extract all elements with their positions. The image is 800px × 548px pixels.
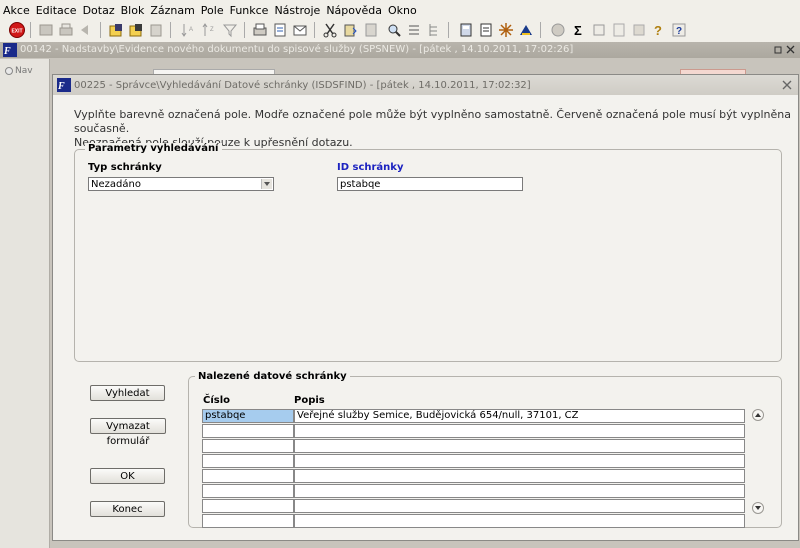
box-type-label: Typ schránky — [88, 162, 162, 173]
table-cell-number[interactable] — [202, 439, 294, 453]
paste-icon[interactable] — [342, 22, 358, 38]
calculator-icon[interactable] — [458, 22, 474, 38]
table-cell-description[interactable] — [294, 514, 745, 528]
chevron-down-icon[interactable] — [261, 179, 272, 189]
list-icon[interactable] — [406, 22, 422, 38]
warning-icon[interactable] — [518, 22, 534, 38]
table-cell-number[interactable] — [202, 424, 294, 438]
column-description-header: Popis — [294, 395, 325, 406]
table-cell-number[interactable] — [202, 499, 294, 513]
menu-dotaz[interactable]: Dotaz — [80, 0, 118, 17]
record-icon[interactable] — [148, 22, 164, 38]
svg-text:?: ? — [654, 23, 662, 38]
svg-text:EXIT: EXIT — [11, 29, 22, 35]
svg-text:Z: Z — [210, 27, 214, 33]
box-type-value: Nezadáno — [91, 179, 141, 190]
sort-desc-icon[interactable]: Z — [201, 22, 217, 38]
menu-bar: Akce Editace Dotaz Blok Záznam Pole Funkce Nást… — [0, 0, 800, 19]
ok-button[interactable]: OK — [90, 468, 165, 484]
menu-okno[interactable]: Okno — [385, 0, 420, 17]
scroll-up-icon[interactable] — [752, 409, 764, 421]
table-cell-number[interactable] — [202, 484, 294, 498]
left-navigation-panel: Nav — [0, 59, 50, 548]
end-button[interactable]: Konec — [90, 501, 165, 517]
nav-radio-icon[interactable] — [5, 67, 13, 75]
document-icon[interactable] — [478, 22, 494, 38]
back-icon[interactable] — [78, 22, 94, 38]
dialog-title: 00225 - Správce\Vyhledávání Datové schrá… — [74, 80, 531, 91]
table-cell-number[interactable] — [202, 514, 294, 528]
page-icon[interactable] — [611, 22, 627, 38]
search-button[interactable]: Vyhledat — [90, 385, 165, 401]
sum-icon[interactable]: Σ — [571, 22, 587, 38]
svg-text:A: A — [189, 27, 193, 33]
delete-record-icon[interactable] — [128, 22, 144, 38]
exit-icon[interactable]: EXIT — [9, 22, 25, 38]
print-icon[interactable] — [58, 22, 74, 38]
background-window-title: 00142 - Nadstavby\Evidence nového dokume… — [20, 44, 574, 55]
results-group-label: Nalezené datové schránky — [195, 371, 350, 382]
new-record-icon[interactable] — [108, 22, 124, 38]
wizard-icon[interactable] — [631, 22, 647, 38]
table-cell-description[interactable] — [294, 439, 745, 453]
menu-zaznam[interactable]: Záznam — [147, 0, 197, 17]
table-cell-description[interactable] — [294, 424, 745, 438]
settings-icon[interactable] — [498, 22, 514, 38]
help-tooltip-icon[interactable]: ? — [651, 22, 667, 38]
scroll-down-icon[interactable] — [752, 502, 764, 514]
menu-pole[interactable]: Pole — [198, 0, 227, 17]
table-cell-number[interactable]: pstabqe — [202, 409, 294, 423]
text-icon[interactable] — [591, 22, 607, 38]
search-dialog: F 00225 - Správce\Vyhledávání Datové sch… — [52, 74, 799, 541]
app-logo-icon: F — [3, 43, 17, 57]
sort-asc-icon[interactable]: A — [180, 22, 196, 38]
svg-text:?: ? — [676, 26, 682, 37]
column-number-header: Číslo — [203, 395, 231, 406]
menu-funkce[interactable]: Funkce — [227, 0, 272, 17]
table-cell-description[interactable] — [294, 454, 745, 468]
results-scrollbar[interactable] — [752, 409, 764, 514]
print-preview-icon[interactable] — [252, 22, 268, 38]
save-icon[interactable] — [38, 22, 54, 38]
search-parameters-label: Parametry vyhledávání — [85, 143, 222, 154]
instruction-line-1: Vyplňte barevně označená pole. Modře ozn… — [74, 108, 791, 135]
svg-text:Σ: Σ — [574, 23, 582, 38]
cut-icon[interactable] — [322, 22, 338, 38]
toolbar: EXIT A Z Σ ? ? — [0, 19, 800, 43]
background-window-controls[interactable] — [773, 44, 797, 56]
table-cell-description[interactable]: Veřejné služby Semice, Budějovická 654/n… — [294, 409, 745, 423]
tree-icon[interactable] — [426, 22, 442, 38]
clear-form-button[interactable]: Vymazat formulář — [90, 418, 166, 447]
box-id-label: ID schránky — [337, 162, 404, 173]
help-icon[interactable]: ? — [671, 22, 687, 38]
export-icon[interactable] — [550, 22, 566, 38]
svg-text:F: F — [3, 46, 11, 57]
box-type-select[interactable]: Nezadáno — [88, 177, 274, 191]
menu-blok[interactable]: Blok — [118, 0, 148, 17]
svg-text:F: F — [57, 81, 65, 92]
nav-label[interactable]: Nav — [15, 66, 33, 76]
table-cell-description[interactable] — [294, 469, 745, 483]
print-setup-icon[interactable] — [272, 22, 288, 38]
zoom-icon[interactable] — [386, 22, 402, 38]
table-cell-number[interactable] — [202, 469, 294, 483]
box-id-input[interactable]: pstabqe — [337, 177, 523, 191]
close-icon[interactable] — [781, 79, 793, 91]
find-icon[interactable] — [364, 22, 380, 38]
table-cell-description[interactable] — [294, 499, 745, 513]
menu-akce[interactable]: Akce — [0, 0, 33, 17]
table-cell-number[interactable] — [202, 454, 294, 468]
menu-nastroje[interactable]: Nástroje — [271, 0, 323, 17]
table-cell-description[interactable] — [294, 484, 745, 498]
filter-icon[interactable] — [222, 22, 238, 38]
dialog-logo-icon: F — [57, 78, 71, 92]
menu-editace[interactable]: Editace — [33, 0, 80, 17]
mail-icon[interactable] — [292, 22, 308, 38]
menu-napoveda[interactable]: Nápověda — [323, 0, 385, 17]
